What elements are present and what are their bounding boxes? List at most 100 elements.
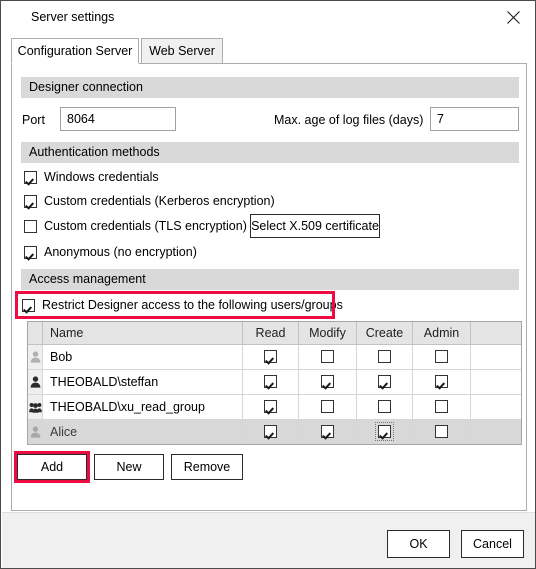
table-header-read[interactable]: Read <box>243 322 299 344</box>
new-button-label: New <box>116 460 142 474</box>
row-admin-checkbox[interactable] <box>435 350 448 364</box>
tab-web-server[interactable]: Web Server <box>141 38 223 64</box>
row-modify-checkbox[interactable] <box>321 425 334 439</box>
dialog-footer <box>2 512 535 568</box>
new-button[interactable]: New <box>94 454 164 480</box>
tab-configuration-server-label: Configuration Server <box>17 44 133 58</box>
checkbox-box <box>22 298 35 312</box>
group-header-authentication-methods: Authentication methods <box>21 142 519 163</box>
checkbox-box <box>24 194 37 208</box>
row-read-checkbox[interactable] <box>264 425 277 439</box>
ok-button[interactable]: OK <box>387 530 450 558</box>
row-filler-cell <box>471 370 521 394</box>
row-read-checkbox[interactable] <box>264 400 277 414</box>
row-type-icon <box>28 370 43 394</box>
ok-button-label: OK <box>409 537 428 551</box>
row-admin-checkbox[interactable] <box>435 400 448 414</box>
remove-button[interactable]: Remove <box>171 454 243 480</box>
row-admin-checkbox[interactable] <box>435 375 448 389</box>
checkbox-custom-credentials-kerberos[interactable]: Custom credentials (Kerberos encryption) <box>24 194 275 208</box>
tab-configuration-server[interactable]: Configuration Server <box>11 38 139 64</box>
checkbox-custom-credentials-tls[interactable]: Custom credentials (TLS encryption) → <box>24 219 266 233</box>
row-create-checkbox[interactable] <box>378 400 391 414</box>
row-name: Bob <box>43 345 243 369</box>
users-groups-table[interactable]: Name Read Modify Create Admin Bob THEOBA… <box>27 321 522 445</box>
table-header-row: Name Read Modify Create Admin <box>28 322 521 345</box>
table-header-create[interactable]: Create <box>357 322 413 344</box>
row-modify-cell[interactable] <box>299 345 357 369</box>
row-filler-cell <box>471 420 521 444</box>
port-label: Port <box>22 113 45 127</box>
table-row[interactable]: Alice <box>28 420 521 444</box>
table-header-modify[interactable]: Modify <box>299 322 357 344</box>
select-x509-certificate-button[interactable]: Select X.509 certificate <box>250 214 380 238</box>
row-modify-checkbox[interactable] <box>321 400 334 414</box>
row-admin-cell[interactable] <box>413 395 471 419</box>
server-settings-dialog: Server settings Configuration Server Web… <box>0 0 536 569</box>
remove-button-label: Remove <box>183 460 231 474</box>
checkbox-windows-credentials-label: Windows credentials <box>44 170 159 184</box>
checkbox-anonymous[interactable]: Anonymous (no encryption) <box>24 245 197 259</box>
checkbox-box <box>24 219 37 233</box>
row-admin-cell[interactable] <box>413 345 471 369</box>
row-create-cell[interactable] <box>357 395 413 419</box>
row-read-cell[interactable] <box>243 420 299 444</box>
row-name: THEOBALD\steffan <box>43 370 243 394</box>
title-bar: Server settings <box>2 2 535 34</box>
row-read-cell[interactable] <box>243 345 299 369</box>
add-button[interactable]: Add <box>17 454 87 480</box>
row-create-checkbox[interactable] <box>375 422 394 442</box>
cancel-button[interactable]: Cancel <box>461 530 524 558</box>
row-create-checkbox[interactable] <box>378 375 391 389</box>
row-name: THEOBALD\xu_read_group <box>43 395 243 419</box>
row-create-checkbox[interactable] <box>378 350 391 364</box>
row-read-cell[interactable] <box>243 395 299 419</box>
row-type-icon <box>28 345 43 369</box>
table-header-filler <box>471 322 521 344</box>
row-filler-cell <box>471 395 521 419</box>
checkbox-restrict-designer-access-label: Restrict Designer access to the followin… <box>42 298 343 312</box>
row-admin-checkbox[interactable] <box>435 425 448 439</box>
checkbox-anonymous-label: Anonymous (no encryption) <box>44 245 197 259</box>
row-name: Alice <box>43 420 243 444</box>
row-modify-cell[interactable] <box>299 395 357 419</box>
table-row[interactable]: THEOBALD\steffan <box>28 370 521 395</box>
checkbox-windows-credentials[interactable]: Windows credentials <box>24 170 159 184</box>
table-row[interactable]: Bob <box>28 345 521 370</box>
row-read-checkbox[interactable] <box>264 375 277 389</box>
table-header-icon-column <box>28 322 43 344</box>
table-row[interactable]: THEOBALD\xu_read_group <box>28 395 521 420</box>
window-title: Server settings <box>31 10 115 24</box>
row-filler-cell <box>471 345 521 369</box>
row-admin-cell[interactable] <box>413 420 471 444</box>
row-modify-cell[interactable] <box>299 420 357 444</box>
max-age-input[interactable] <box>430 107 519 131</box>
group-header-access-management: Access management <box>21 269 519 290</box>
tab-strip: Configuration Server Web Server <box>11 38 527 64</box>
row-read-cell[interactable] <box>243 370 299 394</box>
close-icon[interactable] <box>491 2 535 33</box>
tab-web-server-label: Web Server <box>149 44 215 58</box>
table-header-admin[interactable]: Admin <box>413 322 471 344</box>
select-x509-certificate-label: Select X.509 certificate <box>251 219 379 233</box>
row-create-cell[interactable] <box>357 370 413 394</box>
checkbox-box <box>24 170 37 184</box>
group-header-designer-connection: Designer connection <box>21 77 519 98</box>
row-type-icon <box>28 420 43 444</box>
row-modify-cell[interactable] <box>299 370 357 394</box>
row-admin-cell[interactable] <box>413 370 471 394</box>
row-read-checkbox[interactable] <box>264 350 277 364</box>
row-modify-checkbox[interactable] <box>321 375 334 389</box>
add-button-label: Add <box>40 460 64 474</box>
port-input[interactable] <box>60 107 176 131</box>
checkbox-custom-credentials-kerberos-label: Custom credentials (Kerberos encryption) <box>44 194 275 208</box>
checkbox-restrict-designer-access[interactable]: Restrict Designer access to the followin… <box>22 298 343 312</box>
row-modify-checkbox[interactable] <box>321 350 334 364</box>
table-header-name[interactable]: Name <box>43 322 243 344</box>
row-type-icon <box>28 395 43 419</box>
row-create-cell[interactable] <box>357 420 413 444</box>
max-age-label: Max. age of log files (days) <box>274 113 424 127</box>
cancel-button-label: Cancel <box>473 537 512 551</box>
row-create-cell[interactable] <box>357 345 413 369</box>
checkbox-box <box>24 245 37 259</box>
